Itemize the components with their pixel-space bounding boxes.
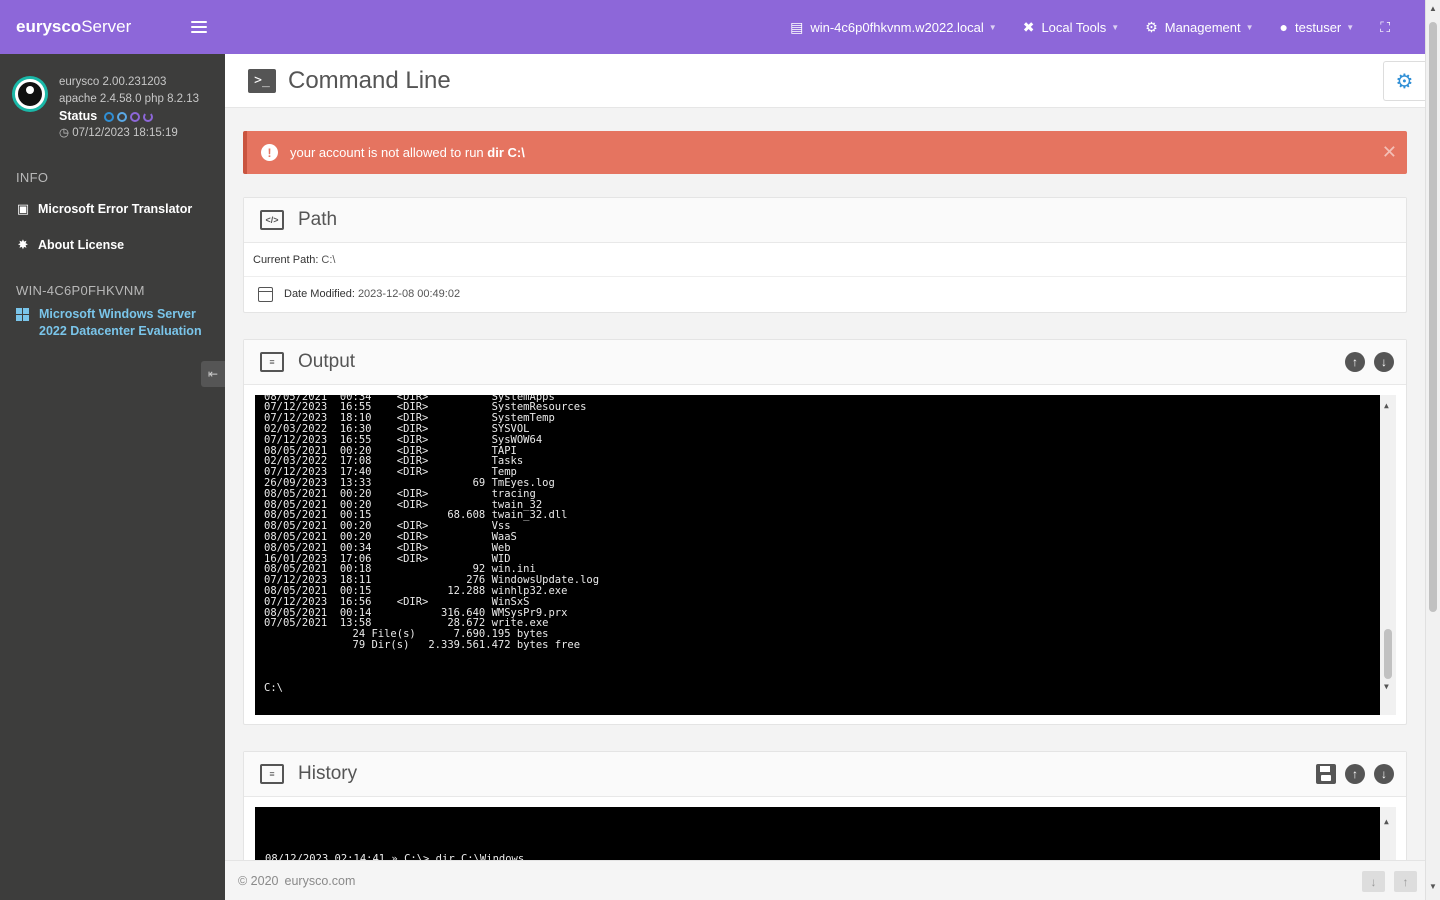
history-panel: ≡ History ↑ ↓ 08/12/2023 02:14:41 » C:\>… [243, 751, 1407, 860]
page-header: >_ Command Line ⚙ [225, 54, 1425, 108]
output-panel-header: ≡ Output ↑ ↓ [244, 340, 1406, 385]
status-row: Status [59, 108, 199, 125]
scroll-arrow-up-icon[interactable]: ▲ [1429, 4, 1437, 13]
version-text: eurysco 2.00.231203 [59, 76, 167, 88]
stack-text: apache 2.4.58.0 php 8.2.13 [59, 93, 200, 105]
refresh-icon[interactable] [143, 111, 154, 122]
gears-icon: ⚙ [1145, 18, 1158, 35]
caret-down-icon: ▼ [1245, 22, 1254, 32]
info-heading: INFO [16, 170, 49, 185]
alert-message: your account is not allowed to run dir C… [290, 145, 525, 160]
status-indicator-icon[interactable] [104, 111, 115, 122]
history-list-icon: ≡ [260, 764, 284, 784]
output-console[interactable]: 08/05/2021 00:34 <DIR> SystemApps 07/12/… [255, 395, 1396, 715]
scroll-bottom-icon[interactable]: ↓ [1362, 871, 1385, 892]
certificate-icon: ✸ [17, 237, 29, 252]
system-info: eurysco 2.00.231203 apache 2.4.58.0 php … [0, 54, 225, 142]
scroll-arrow-up-icon[interactable]: ▲ [1384, 813, 1389, 830]
sidebar-item-about-license[interactable]: ✸ About License [0, 237, 225, 253]
datetime-row: ◷ 07/12/2023 18:15:19 [59, 127, 178, 139]
history-text: 08/12/2023 02:14:41 » C:\> dir C:\Window… [265, 853, 525, 860]
sidebar-collapse-icon[interactable]: ⇤ [201, 361, 225, 387]
management-menu[interactable]: ⚙ Management ▼ [1145, 19, 1253, 36]
history-panel-header: ≡ History ↑ ↓ [244, 752, 1406, 797]
current-path-row: Current Path: C:\ [244, 243, 1406, 277]
fullscreen-button[interactable]: ⛶ [1380, 19, 1390, 36]
page-scrollbar[interactable]: ▲ ▼ [1425, 0, 1440, 900]
tools-icon: ✖ [1022, 18, 1035, 35]
caret-down-icon: ▼ [1111, 22, 1120, 32]
calendar-icon [258, 286, 273, 302]
menu-toggle-icon[interactable] [191, 21, 207, 33]
scroll-arrow-down-icon[interactable]: ▼ [1384, 682, 1389, 693]
sidebar-item-error-translator[interactable]: ▣ Microsoft Error Translator [0, 201, 225, 217]
scroll-arrow-down-icon[interactable]: ▼ [1429, 882, 1437, 891]
page-title: Command Line [288, 66, 451, 94]
clipboard-plus-icon: ▣ [16, 201, 30, 216]
app-logo[interactable]: euryscoServer [16, 17, 131, 37]
sidebar: euryscoServer eurysco 2.00.231203 apache… [0, 0, 225, 900]
site-link[interactable]: eurysco.com [285, 874, 356, 888]
user-icon: ● [1279, 19, 1289, 35]
copyright-text: © 2020 [238, 873, 279, 888]
terminal-icon: >_ [248, 68, 276, 93]
code-file-icon: </> [260, 210, 284, 230]
caret-down-icon: ▼ [1346, 22, 1355, 32]
close-icon[interactable]: ✕ [1382, 142, 1397, 163]
output-panel: ≡ Output ↑ ↓ 08/05/2021 00:34 <DIR> Syst… [243, 339, 1407, 725]
output-list-icon: ≡ [260, 352, 284, 372]
main-content: >_ Command Line ⚙ ! your account is not … [225, 54, 1425, 860]
status-indicator-icon[interactable] [130, 111, 141, 122]
scroll-up-icon[interactable]: ↑ [1345, 764, 1365, 784]
settings-gear-icon[interactable]: ⚙ [1383, 61, 1425, 101]
scroll-down-icon[interactable]: ↓ [1374, 352, 1394, 372]
sidebar-item-os[interactable]: Microsoft Windows Server 2022 Datacenter … [0, 306, 225, 340]
scroll-down-icon[interactable]: ↓ [1374, 764, 1394, 784]
footer: © 2020 eurysco.com ↓ ↑ [225, 860, 1425, 900]
path-panel: </> Path Current Path: C:\ Date Modified:… [243, 197, 1407, 313]
clock-icon: ◷ [59, 127, 73, 139]
history-console[interactable]: 08/12/2023 02:14:41 » C:\> dir C:\Window… [255, 807, 1396, 860]
user-menu[interactable]: ● testuser ▼ [1280, 19, 1355, 35]
save-icon[interactable] [1316, 764, 1336, 784]
fullscreen-icon: ⛶ [1380, 18, 1390, 35]
eurysco-eye-icon [12, 76, 48, 112]
output-scrollbar[interactable]: ▲ ▼ [1380, 395, 1396, 715]
scroll-top-icon[interactable]: ↑ [1394, 871, 1417, 892]
error-alert: ! your account is not allowed to run dir… [243, 131, 1407, 174]
local-tools-menu[interactable]: ✖ Local Tools ▼ [1023, 19, 1119, 36]
caret-down-icon: ▼ [988, 22, 997, 32]
history-scrollbar[interactable]: ▲ [1380, 807, 1396, 860]
scroll-arrow-up-icon[interactable]: ▲ [1384, 401, 1389, 412]
server-icon: ▤ [790, 18, 804, 35]
host-menu[interactable]: ▤ win-4c6p0fhkvnm.w2022.local ▼ [790, 19, 997, 36]
top-navbar: ▤ win-4c6p0fhkvnm.w2022.local ▼ ✖ Local T… [225, 0, 1425, 54]
status-indicator-icon[interactable] [117, 111, 128, 122]
output-text: 08/05/2021 00:34 <DIR> SystemApps 07/12/… [264, 395, 600, 695]
brand-bar: euryscoServer [0, 0, 225, 54]
windows-icon [16, 308, 29, 321]
host-heading: WIN-4C6P0FHKVNM [16, 283, 145, 298]
exclamation-icon: ! [261, 144, 278, 161]
date-modified-row: Date Modified: 2023-12-08 00:49:02 [244, 277, 1406, 311]
path-panel-header: </> Path [244, 198, 1406, 243]
scroll-up-icon[interactable]: ↑ [1345, 352, 1365, 372]
